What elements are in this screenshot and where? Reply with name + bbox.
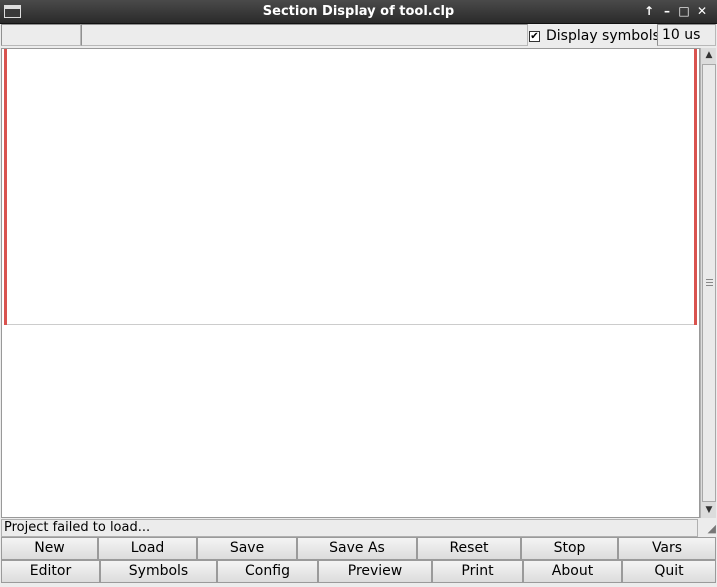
button-row-2: Editor Symbols Config Preview Print Abou…	[0, 560, 717, 583]
checkbox-check-icon[interactable]: ✔	[529, 30, 540, 42]
about-button[interactable]: About	[523, 560, 622, 583]
vertical-scrollbar[interactable]: ▲ ▼	[700, 48, 716, 518]
close-icon[interactable]: ✕	[695, 4, 709, 18]
stop-button[interactable]: Stop	[521, 537, 618, 560]
display-symbols-checkbox[interactable]: ✔ Display symbols	[529, 26, 660, 46]
scrollbar-thumb[interactable]	[702, 64, 716, 502]
config-button[interactable]: Config	[217, 560, 318, 583]
save-button[interactable]: Save	[197, 537, 297, 560]
info-field[interactable]	[81, 24, 528, 46]
scroll-up-arrow-icon[interactable]: ▲	[701, 48, 717, 63]
new-button[interactable]: New	[1, 537, 98, 560]
section-end-marker	[694, 49, 697, 325]
time-scale-field[interactable]: 10 us	[657, 24, 716, 46]
vars-button[interactable]: Vars	[618, 537, 716, 560]
position-field[interactable]	[1, 24, 81, 46]
scroll-down-arrow-icon[interactable]: ▼	[701, 503, 717, 518]
save-as-button[interactable]: Save As	[297, 537, 417, 560]
section-area	[4, 49, 697, 325]
print-button[interactable]: Print	[432, 560, 523, 583]
section-canvas[interactable]	[1, 48, 700, 518]
quit-button[interactable]: Quit	[622, 560, 716, 583]
maximize-up-icon[interactable]: ↑	[642, 4, 656, 18]
window-title: Section Display of tool.clp	[262, 4, 455, 19]
editor-button[interactable]: Editor	[1, 560, 100, 583]
status-bar: Project failed to load...	[1, 519, 698, 537]
symbols-button[interactable]: Symbols	[100, 560, 217, 583]
button-row-1: New Load Save Save As Reset Stop Vars	[0, 537, 717, 560]
grip-icon	[706, 279, 713, 286]
title-bar: Section Display of tool.clp ↑ – □ ✕	[0, 0, 717, 24]
display-symbols-label: Display symbols	[546, 28, 660, 44]
toolbar: ✔ Display symbols 10 us	[0, 24, 717, 48]
maximize-icon[interactable]: □	[677, 4, 691, 18]
resize-grip-icon[interactable]: ◢	[700, 520, 716, 537]
preview-button[interactable]: Preview	[318, 560, 432, 583]
minimize-icon[interactable]: –	[660, 4, 674, 18]
load-button[interactable]: Load	[98, 537, 197, 560]
reset-button[interactable]: Reset	[417, 537, 521, 560]
section-start-marker	[4, 49, 7, 325]
